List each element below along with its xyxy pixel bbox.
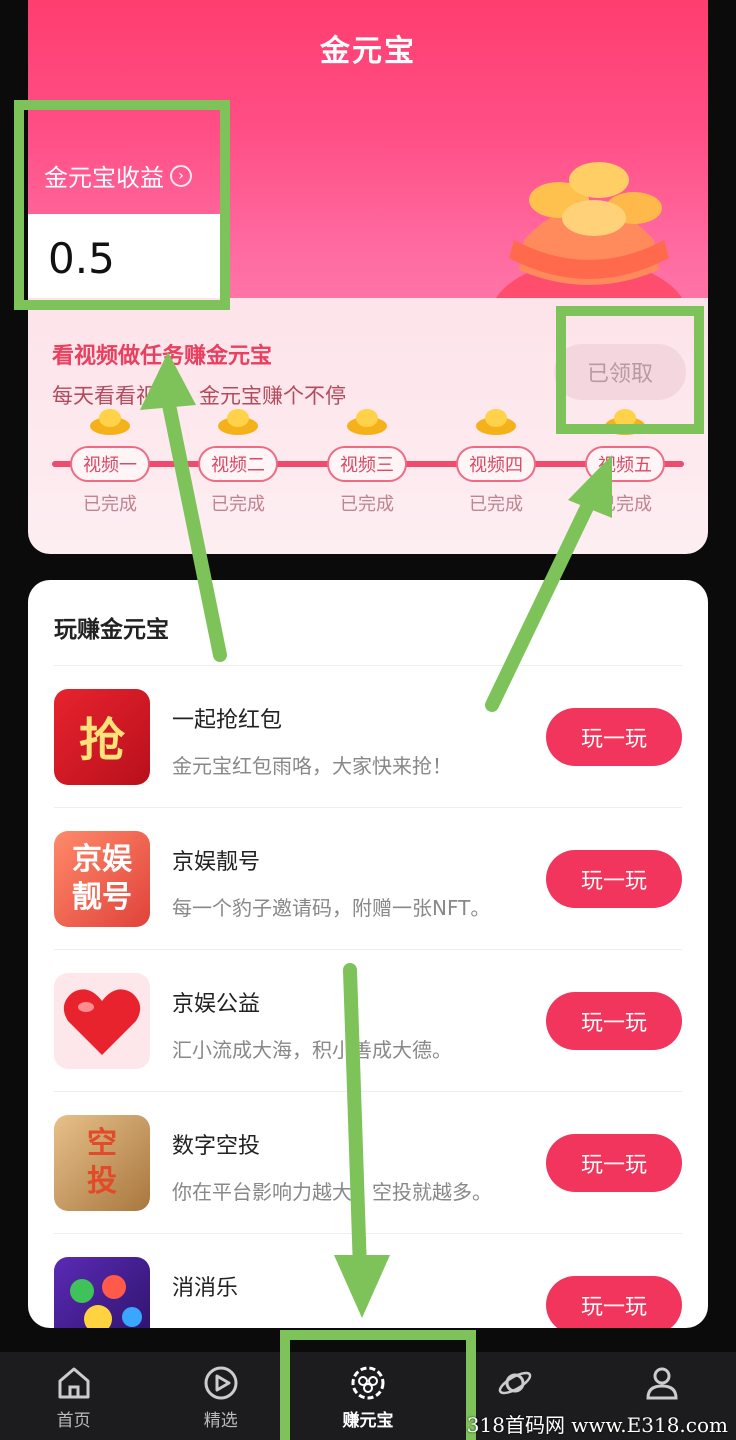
play-button[interactable]: 玩一玩 (546, 708, 682, 766)
watermark: 318首码网 www.E318.com (466, 1413, 728, 1437)
annotation-box-earnings (14, 100, 230, 310)
annotation-box-claimed (556, 306, 704, 434)
game-row[interactable]: 空投 数字空投 你在平台影响力越大，空投就越多。 玩一玩 (54, 1092, 682, 1234)
game-row[interactable]: 京娱靓号 京娱靓号 每一个豹子邀请码，附赠一张NFT。 玩一玩 (54, 808, 682, 950)
game-name: 消消乐 (172, 1276, 239, 1301)
game-description: 你在平台影响力越大，空投就越多。 (172, 1180, 492, 1204)
task-step: 视频二 已完成 (196, 406, 280, 516)
nav-featured[interactable]: 精选 (147, 1352, 294, 1440)
play-button[interactable]: 玩一玩 (546, 992, 682, 1050)
game-description: 汇小流成大海，积小善成大德。 (172, 1038, 452, 1062)
home-icon (58, 1367, 90, 1399)
profile-icon (646, 1367, 678, 1400)
game-icon-text: 空投 (87, 1126, 117, 1199)
games-card: 玩赚金元宝 抢 一起抢红包 金元宝红包雨咯，大家快来抢！ 玩一玩 京娱靓号 京娱… (28, 580, 708, 1328)
task-step: 视频三 已完成 (325, 406, 409, 516)
game-name: 一起抢红包 (172, 708, 283, 733)
annotation-box-nav-earn (280, 1330, 476, 1440)
game-name: 数字空投 (172, 1134, 261, 1159)
step-label: 视频三 (327, 446, 407, 482)
task-step: 视频一 已完成 (68, 406, 152, 516)
game-icon-text: 京娱靓号 (72, 842, 132, 915)
heart-icon (54, 973, 150, 1069)
game-icon-text: 抢 (79, 713, 125, 767)
nav-label: 首页 (56, 1411, 91, 1431)
page-title: 金元宝 (320, 34, 416, 69)
airdrop-icon: 空投 (54, 1115, 150, 1211)
game-name: 京娱公益 (172, 992, 261, 1017)
step-label: 视频五 (585, 446, 665, 482)
step-label: 视频四 (456, 446, 536, 482)
gold-ingot-icon (218, 409, 258, 435)
games-section-title: 玩赚金元宝 (54, 617, 169, 643)
planet-icon (498, 1371, 532, 1395)
step-status: 已完成 (469, 494, 523, 515)
red-envelope-icon: 抢 (54, 689, 150, 785)
play-circle-icon (204, 1366, 238, 1400)
game-row[interactable]: 消消乐 玩一玩 (54, 1234, 682, 1328)
vanity-number-icon: 京娱靓号 (54, 831, 150, 927)
game-row[interactable]: 抢 一起抢红包 金元宝红包雨咯，大家快来抢！ 玩一玩 (54, 666, 682, 808)
step-status: 已完成 (211, 494, 265, 515)
step-status: 已完成 (83, 494, 137, 515)
gold-ingot-icon (347, 409, 387, 435)
nav-label: 精选 (203, 1411, 238, 1431)
game-row[interactable]: 京娱公益 汇小流成大海，积小善成大德。 玩一玩 (54, 950, 682, 1092)
step-label: 视频二 (198, 446, 278, 482)
play-button[interactable]: 玩一玩 (546, 850, 682, 908)
task-step: 视频四 已完成 (454, 406, 538, 516)
step-status: 已完成 (598, 494, 652, 515)
game-description: 金元宝红包雨咯，大家快来抢！ (172, 754, 452, 778)
nav-home[interactable]: 首页 (0, 1352, 147, 1440)
game-description: 每一个豹子邀请码，附赠一张NFT。 (172, 896, 491, 920)
game-name: 京娱靓号 (172, 850, 261, 875)
step-status: 已完成 (340, 494, 394, 515)
gold-ingot-icon (476, 409, 516, 435)
play-button[interactable]: 玩一玩 (546, 1276, 682, 1328)
match-three-icon (54, 1257, 150, 1328)
step-label: 视频一 (70, 446, 150, 482)
play-button[interactable]: 玩一玩 (546, 1134, 682, 1192)
gold-ingot-icon (90, 409, 130, 435)
task-title: 看视频做任务赚金元宝 (52, 344, 273, 369)
